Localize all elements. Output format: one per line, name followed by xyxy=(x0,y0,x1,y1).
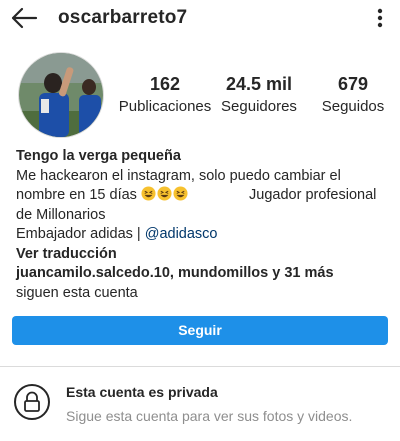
bio-line-3: de Millonarios xyxy=(16,206,106,223)
following-label: Seguidos xyxy=(321,98,385,115)
following-stat[interactable]: 679 Seguidos xyxy=(306,73,400,115)
top-bar: oscarbarreto7 xyxy=(0,0,400,36)
followed-by-suffix: siguen esta cuenta xyxy=(16,284,138,301)
follow-button[interactable]: Seguir xyxy=(12,316,388,345)
avatar-photo xyxy=(19,53,103,137)
posts-stat[interactable]: 162 Publicaciones xyxy=(118,73,212,115)
bio-line-4: Embajador adidas | @adidasco xyxy=(16,225,391,245)
followers-stat[interactable]: 24.5 mil Seguidores xyxy=(212,73,306,115)
profile-stats: 162 Publicaciones 24.5 mil Seguidores 67… xyxy=(118,73,398,123)
mention-link[interactable]: @adidasco xyxy=(145,226,218,242)
bio-ambassador-text: Embajador adidas | xyxy=(16,226,141,242)
following-count: 679 xyxy=(337,74,369,94)
kebab-menu-icon[interactable] xyxy=(372,6,388,30)
see-translation-link[interactable]: Ver traducción xyxy=(16,245,391,265)
lock-icon xyxy=(14,384,50,420)
profile-display-name: Tengo la verga pequeña xyxy=(16,148,181,164)
laughing-emoji-icon xyxy=(141,186,156,201)
bio-line-2-text: nombre en 15 días xyxy=(16,187,137,203)
followed-by-link[interactable]: juancamilo.salcedo.10, mundomillos y 31 … xyxy=(16,264,391,284)
bio-line-2: nombre en 15 días Jugador profesional xyxy=(16,186,391,206)
bio-line-1: Me hackearon el instagram, solo puedo ca… xyxy=(16,167,341,184)
laughing-emoji-icon xyxy=(157,186,172,201)
laughing-emoji-icon xyxy=(173,186,188,201)
private-account-title: Esta cuenta es privada xyxy=(66,384,218,400)
arrow-left-icon[interactable] xyxy=(10,6,38,30)
private-account-subtitle: Sigue esta cuenta para ver sus fotos y v… xyxy=(66,408,353,424)
posts-count: 162 xyxy=(149,74,181,94)
divider xyxy=(0,366,400,367)
profile-username: oscarbarreto7 xyxy=(58,7,188,28)
profile-bio: Tengo la verga pequeña Me hackearon el i… xyxy=(16,147,391,303)
posts-label: Publicaciones xyxy=(118,98,212,115)
followers-label: Seguidores xyxy=(221,98,297,115)
followers-count: 24.5 mil xyxy=(225,74,293,94)
bio-line-2-end: Jugador profesional xyxy=(249,187,377,203)
profile-avatar[interactable] xyxy=(18,52,104,138)
